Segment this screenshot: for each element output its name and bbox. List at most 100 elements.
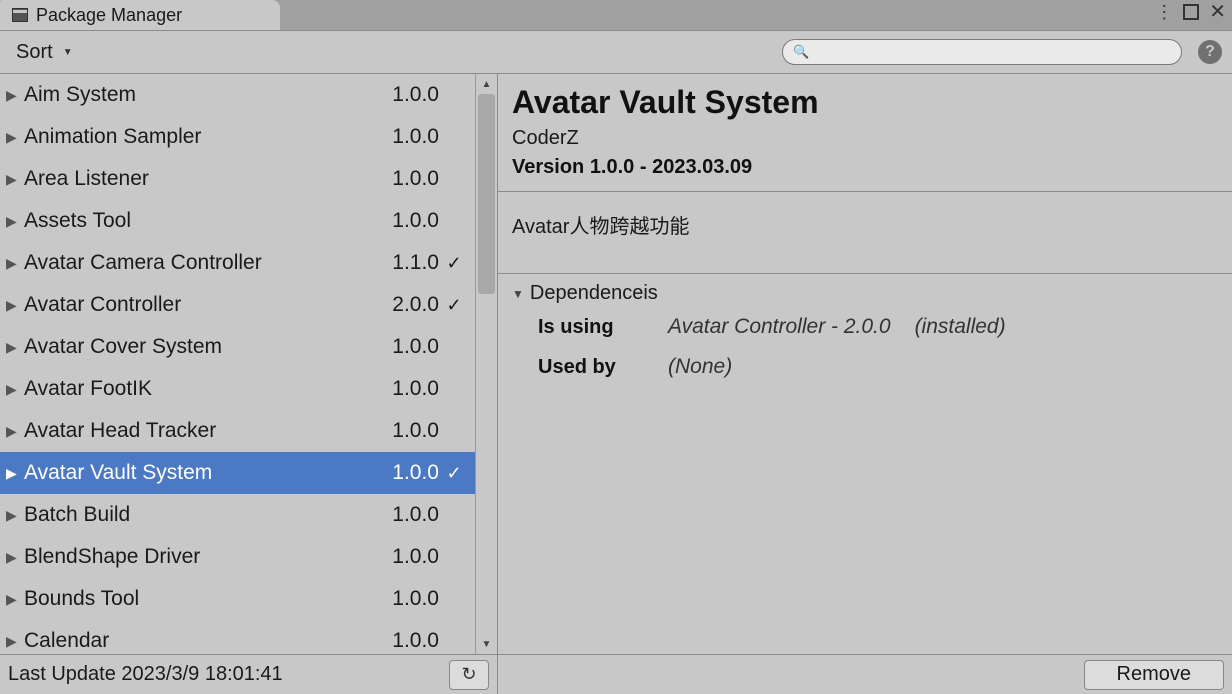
package-version: 1.0.0 — [369, 125, 439, 149]
help-icon[interactable]: ? — [1198, 40, 1222, 64]
is-using-row: Is using Avatar Controller - 2.0.0 (inst… — [512, 315, 1218, 339]
dependencies-section: ▼ Dependenceis Is using Avatar Controlle… — [498, 273, 1232, 403]
refresh-icon: ↻ — [461, 664, 476, 685]
remove-button[interactable]: Remove — [1084, 660, 1224, 690]
detail-panel: Avatar Vault System CoderZ Version 1.0.0… — [498, 74, 1232, 694]
vertical-scrollbar[interactable]: ▲ ▼ — [475, 74, 497, 654]
list-footer: Last Update 2023/3/9 18:01:41 ↻ — [0, 654, 497, 694]
expand-arrow-icon: ▶ — [6, 591, 24, 608]
package-row[interactable]: ▶Avatar Cover System1.0.0 — [0, 326, 475, 368]
close-icon[interactable]: ✕ — [1209, 2, 1226, 22]
scroll-thumb[interactable] — [478, 94, 495, 294]
toolbar: Sort ▼ 🔍 ? — [0, 30, 1232, 74]
package-name: Assets Tool — [24, 209, 369, 233]
package-version: 1.0.0 — [369, 503, 439, 527]
package-name: Area Listener — [24, 167, 369, 191]
package-version: 1.1.0 — [369, 251, 439, 275]
expand-arrow-icon: ▶ — [6, 339, 24, 356]
package-name: BlendShape Driver — [24, 545, 369, 569]
scroll-track[interactable] — [476, 94, 497, 634]
package-row[interactable]: ▶Avatar Head Tracker1.0.0 — [0, 410, 475, 452]
expand-arrow-icon: ▶ — [6, 549, 24, 566]
expand-arrow-icon: ▶ — [6, 255, 24, 272]
search-input[interactable] — [815, 44, 1171, 60]
package-row[interactable]: ▶Area Listener1.0.0 — [0, 158, 475, 200]
expand-arrow-icon: ▶ — [6, 507, 24, 524]
detail-version: Version 1.0.0 - 2023.03.09 — [512, 156, 1218, 179]
detail-author: CoderZ — [512, 127, 1218, 150]
expand-arrow-icon: ▶ — [6, 423, 24, 440]
sort-dropdown[interactable]: Sort ▼ — [10, 39, 79, 66]
package-version: 1.0.0 — [369, 461, 439, 485]
package-row[interactable]: ▶Calendar1.0.0 — [0, 620, 475, 654]
package-row[interactable]: ▶Avatar FootIK1.0.0 — [0, 368, 475, 410]
titlebar-controls: ⋮ ✕ — [1155, 2, 1226, 22]
used-by-value: (None) — [668, 355, 732, 379]
package-row[interactable]: ▶Assets Tool1.0.0 — [0, 200, 475, 242]
used-by-row: Used by (None) — [512, 355, 1218, 379]
package-icon — [12, 8, 28, 22]
scroll-up-icon[interactable]: ▲ — [476, 74, 497, 94]
used-by-label: Used by — [538, 356, 668, 379]
title-bar: Package Manager ⋮ ✕ — [0, 0, 1232, 30]
installed-check-icon: ✓ — [439, 253, 469, 274]
package-name: Avatar Vault System — [24, 461, 369, 485]
package-name: Batch Build — [24, 503, 369, 527]
package-row[interactable]: ▶BlendShape Driver1.0.0 — [0, 536, 475, 578]
package-version: 1.0.0 — [369, 419, 439, 443]
package-name: Avatar Head Tracker — [24, 419, 369, 443]
package-row[interactable]: ▶Aim System1.0.0 — [0, 74, 475, 116]
installed-check-icon: ✓ — [439, 295, 469, 316]
last-update-text: Last Update 2023/3/9 18:01:41 — [8, 663, 283, 686]
expand-arrow-icon: ▶ — [6, 129, 24, 146]
package-row[interactable]: ▶Avatar Camera Controller1.1.0✓ — [0, 242, 475, 284]
scroll-down-icon[interactable]: ▼ — [476, 634, 497, 654]
more-options-icon[interactable]: ⋮ — [1155, 3, 1173, 21]
search-box[interactable]: 🔍 — [782, 39, 1182, 65]
package-name: Aim System — [24, 83, 369, 107]
installed-check-icon: ✓ — [439, 463, 469, 484]
detail-title: Avatar Vault System — [512, 84, 1218, 121]
detail-header: Avatar Vault System CoderZ Version 1.0.0… — [498, 74, 1232, 191]
package-manager-window: Package Manager ⋮ ✕ Sort ▼ 🔍 ? ▶Aim Syst… — [0, 0, 1232, 694]
package-name: Avatar Controller — [24, 293, 369, 317]
main-split: ▶Aim System1.0.0▶Animation Sampler1.0.0▶… — [0, 74, 1232, 694]
is-using-value: Avatar Controller - 2.0.0 — [668, 315, 891, 339]
package-version: 2.0.0 — [369, 293, 439, 317]
chevron-down-icon: ▼ — [512, 287, 524, 301]
expand-arrow-icon: ▶ — [6, 213, 24, 230]
expand-arrow-icon: ▶ — [6, 465, 24, 482]
is-using-label: Is using — [538, 316, 668, 339]
package-list-panel: ▶Aim System1.0.0▶Animation Sampler1.0.0▶… — [0, 74, 498, 694]
expand-arrow-icon: ▶ — [6, 297, 24, 314]
package-version: 1.0.0 — [369, 377, 439, 401]
window-tab[interactable]: Package Manager — [0, 0, 280, 30]
detail-body: Avatar Vault System CoderZ Version 1.0.0… — [498, 74, 1232, 654]
package-name: Avatar Camera Controller — [24, 251, 369, 275]
refresh-button[interactable]: ↻ — [449, 660, 489, 690]
package-name: Animation Sampler — [24, 125, 369, 149]
package-list: ▶Aim System1.0.0▶Animation Sampler1.0.0▶… — [0, 74, 497, 654]
package-version: 1.0.0 — [369, 209, 439, 233]
package-name: Calendar — [24, 629, 369, 653]
package-row[interactable]: ▶Bounds Tool1.0.0 — [0, 578, 475, 620]
package-row[interactable]: ▶Animation Sampler1.0.0 — [0, 116, 475, 158]
package-version: 1.0.0 — [369, 83, 439, 107]
sort-label: Sort — [16, 41, 53, 64]
package-row[interactable]: ▶Batch Build1.0.0 — [0, 494, 475, 536]
is-using-status: (installed) — [915, 315, 1006, 339]
search-icon: 🔍 — [793, 44, 809, 60]
expand-arrow-icon: ▶ — [6, 381, 24, 398]
detail-footer: Remove — [498, 654, 1232, 694]
package-row[interactable]: ▶Avatar Controller2.0.0✓ — [0, 284, 475, 326]
package-row[interactable]: ▶Avatar Vault System1.0.0✓ — [0, 452, 475, 494]
expand-arrow-icon: ▶ — [6, 171, 24, 188]
expand-arrow-icon: ▶ — [6, 633, 24, 650]
maximize-icon[interactable] — [1183, 4, 1199, 20]
package-name: Avatar Cover System — [24, 335, 369, 359]
package-name: Avatar FootIK — [24, 377, 369, 401]
package-name: Bounds Tool — [24, 587, 369, 611]
tab-title: Package Manager — [36, 5, 182, 26]
dependencies-header[interactable]: ▼ Dependenceis — [512, 282, 1218, 305]
package-version: 1.0.0 — [369, 629, 439, 653]
